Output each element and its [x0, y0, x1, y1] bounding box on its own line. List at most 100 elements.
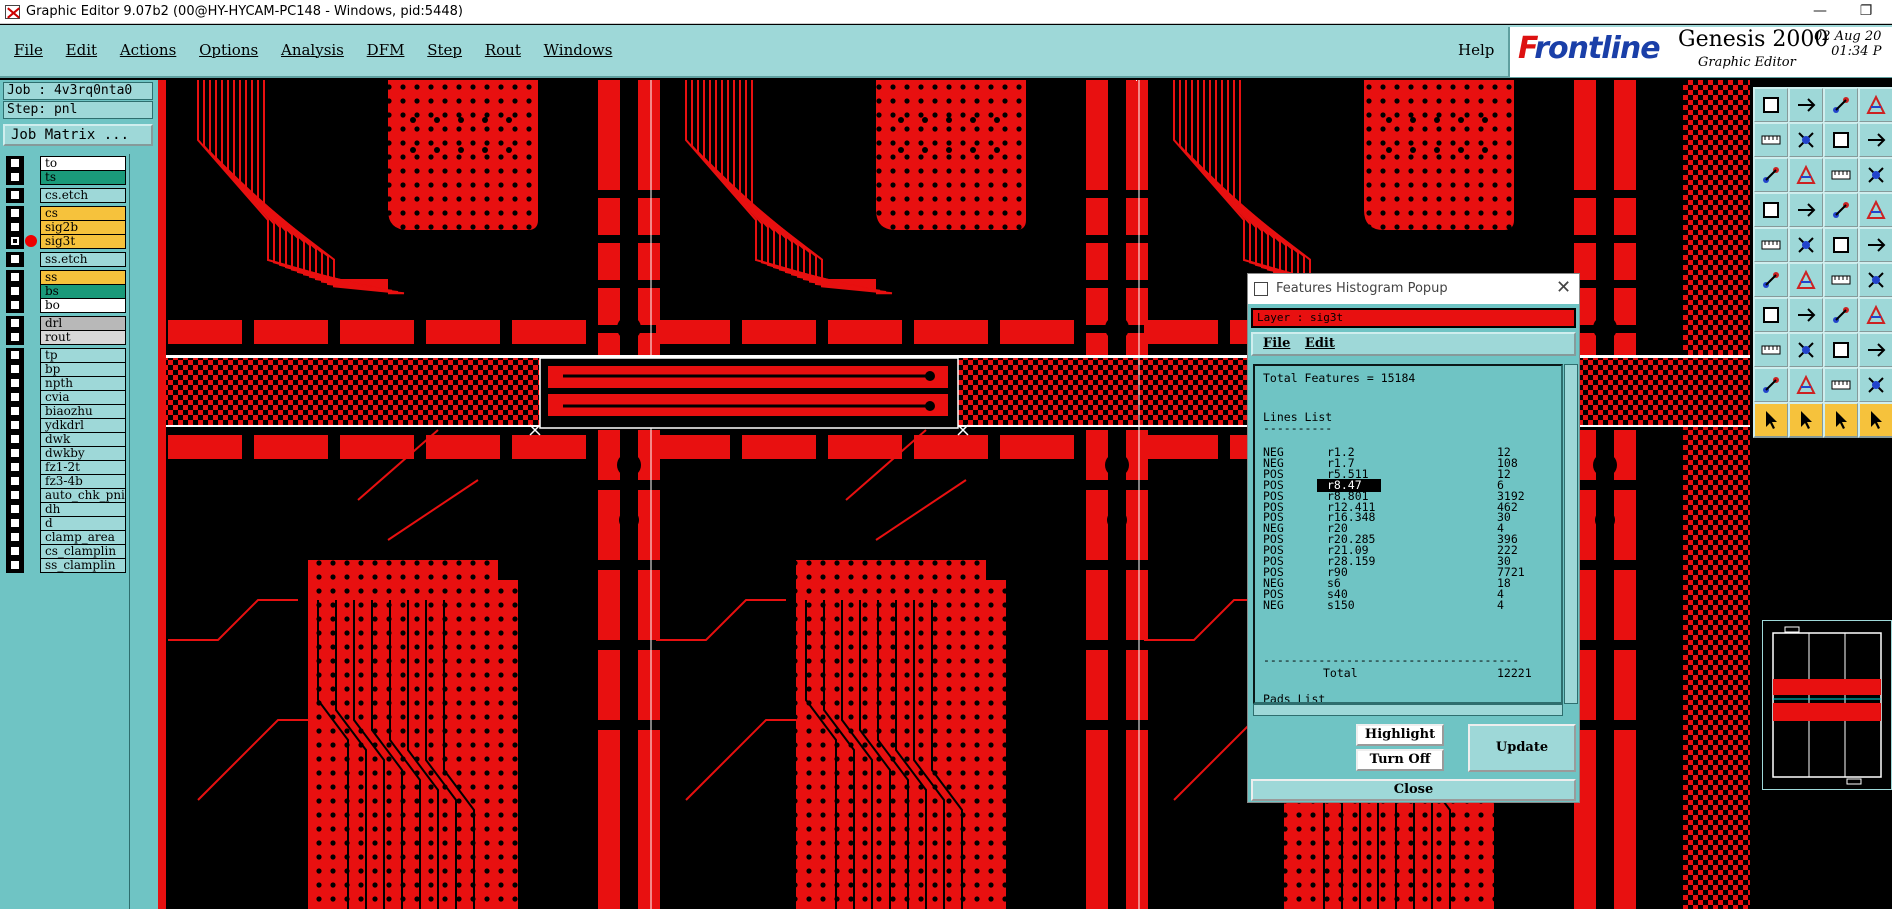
- layer-name[interactable]: bo: [40, 298, 126, 313]
- layer-name[interactable]: rout: [40, 330, 126, 345]
- triangle2-tool-button[interactable]: [1788, 367, 1824, 403]
- layer-name[interactable]: biaozhu: [40, 404, 126, 419]
- layer-checkbox[interactable]: [10, 300, 20, 310]
- layer-checkbox[interactable]: [10, 254, 20, 264]
- layers-tool-button[interactable]: [1823, 192, 1859, 228]
- layer-checkbox[interactable]: [10, 546, 20, 556]
- zoom-tool-button[interactable]: [1788, 157, 1824, 193]
- update-button[interactable]: Update: [1468, 724, 1576, 772]
- select-box-tool-button[interactable]: [1788, 402, 1824, 438]
- layer-name[interactable]: sig3t: [40, 234, 126, 249]
- minimize-button[interactable]: —: [1800, 1, 1840, 23]
- record-tool-button[interactable]: [1753, 227, 1789, 263]
- layer-name[interactable]: ydkdrl: [40, 418, 126, 433]
- layer-checkbox[interactable]: [10, 434, 20, 444]
- layer-row-clamp_area[interactable]: clamp_area: [4, 530, 128, 545]
- save-tool-button[interactable]: [1753, 87, 1789, 123]
- layer-name[interactable]: dwk: [40, 432, 126, 447]
- layer-row-npth[interactable]: npth: [4, 376, 128, 391]
- layer-checkbox[interactable]: [10, 392, 20, 402]
- layer-checkbox[interactable]: [10, 518, 20, 528]
- triangle3-tool-button[interactable]: [1823, 367, 1859, 403]
- layer-name[interactable]: ss_clamplin: [40, 558, 126, 573]
- report-vertical-scrollbar[interactable]: [1564, 364, 1578, 704]
- layer-name[interactable]: clamp_area: [40, 530, 126, 545]
- histogram-row[interactable]: NEG s150 4: [1263, 598, 1553, 612]
- highlight-button[interactable]: Highlight: [1356, 724, 1444, 746]
- layer-checkbox[interactable]: [10, 332, 20, 342]
- layer-list-scrollbar[interactable]: [129, 154, 155, 909]
- layer-name[interactable]: dh: [40, 502, 126, 517]
- ruler2-tool-button[interactable]: [1858, 227, 1892, 263]
- menu-options[interactable]: Options: [199, 41, 258, 59]
- turn-off-button[interactable]: Turn Off: [1356, 749, 1444, 771]
- layer-row-dh[interactable]: dh: [4, 502, 128, 517]
- layer-checkbox[interactable]: [10, 378, 20, 388]
- layer-row-drl[interactable]: drl: [4, 316, 128, 331]
- layer-row-cs.etch[interactable]: cs.etch: [4, 188, 128, 203]
- layer-name[interactable]: fz1-2t: [40, 460, 126, 475]
- line-tool-button[interactable]: [1753, 297, 1789, 333]
- layer-row-bs[interactable]: bs: [4, 284, 128, 299]
- layer-name[interactable]: npth: [40, 376, 126, 391]
- layer-row-biaozhu[interactable]: biaozhu: [4, 404, 128, 419]
- menu-windows[interactable]: Windows: [544, 41, 613, 59]
- layer-row-d[interactable]: d: [4, 516, 128, 531]
- layer-name[interactable]: dwkby: [40, 446, 126, 461]
- select-touch-tool-button[interactable]: [1858, 402, 1892, 438]
- layer-row-dwkby[interactable]: dwkby: [4, 446, 128, 461]
- layer-name[interactable]: d: [40, 516, 126, 531]
- settings-tool-button[interactable]: [1858, 192, 1892, 228]
- layer-checkbox[interactable]: [10, 172, 20, 182]
- layer-row-ss.etch[interactable]: ss.etch: [4, 252, 128, 267]
- menu-file[interactable]: File: [14, 41, 43, 59]
- layer-checkbox[interactable]: [10, 448, 20, 458]
- edit-shape-tool-button[interactable]: [1788, 227, 1824, 263]
- copy-tool-button[interactable]: [1823, 87, 1859, 123]
- layer-name[interactable]: sig2b: [40, 220, 126, 235]
- layer-checkbox[interactable]: [10, 560, 20, 570]
- menu-step[interactable]: Step: [427, 41, 462, 59]
- arc2-tool-button[interactable]: [1858, 297, 1892, 333]
- layer-row-bp[interactable]: bp: [4, 362, 128, 377]
- histogram-report[interactable]: Total Features = 15184 Lines List ------…: [1253, 364, 1563, 704]
- panel-preview[interactable]: [1762, 620, 1892, 790]
- layer-name[interactable]: cs_clamplin: [40, 544, 126, 559]
- triangle4-tool-button[interactable]: [1858, 367, 1892, 403]
- layer-checkbox[interactable]: [10, 318, 20, 328]
- layer-name[interactable]: cs.etch: [40, 188, 126, 203]
- grid-tool-button[interactable]: [1858, 157, 1892, 193]
- layer-checkbox[interactable]: [10, 420, 20, 430]
- menu-actions[interactable]: Actions: [120, 41, 176, 59]
- measure-tool-button[interactable]: [1753, 192, 1789, 228]
- layer-checkbox[interactable]: [10, 236, 20, 246]
- layer-checkbox[interactable]: [10, 272, 20, 282]
- open-tool-button[interactable]: [1788, 87, 1824, 123]
- close-icon[interactable]: ✕: [1556, 277, 1571, 298]
- layer-row-to[interactable]: to: [4, 156, 128, 171]
- select-polygon-tool-button[interactable]: [1823, 402, 1859, 438]
- layer-name[interactable]: tp: [40, 348, 126, 363]
- layer-checkbox[interactable]: [10, 406, 20, 416]
- layer-checkbox[interactable]: [10, 364, 20, 374]
- menu-dfm[interactable]: DFM: [367, 41, 405, 59]
- layer-row-dwk[interactable]: dwk: [4, 432, 128, 447]
- select-tool-button[interactable]: [1753, 402, 1789, 438]
- layer-row-bo[interactable]: bo: [4, 298, 128, 313]
- triangle-tool-button[interactable]: [1753, 367, 1789, 403]
- layer-row-sig2b[interactable]: sig2b: [4, 220, 128, 235]
- menu-help[interactable]: Help: [1458, 41, 1494, 59]
- frame2-tool-button[interactable]: [1858, 332, 1892, 368]
- snap-tool-button[interactable]: [1788, 192, 1824, 228]
- connect-tool-button[interactable]: [1753, 262, 1789, 298]
- layer-name[interactable]: cvia: [40, 390, 126, 405]
- layer-checkbox[interactable]: [10, 490, 20, 500]
- layer-checkbox[interactable]: [10, 476, 20, 486]
- layer-checkbox[interactable]: [10, 222, 20, 232]
- point-tool-button[interactable]: [1753, 332, 1789, 368]
- layer-name[interactable]: to: [40, 156, 126, 171]
- layer-checkbox[interactable]: [10, 190, 20, 200]
- layer-row-ts[interactable]: ts: [4, 170, 128, 185]
- restore-button[interactable]: ❐: [1846, 1, 1886, 23]
- layer-row-ss[interactable]: ss: [4, 270, 128, 285]
